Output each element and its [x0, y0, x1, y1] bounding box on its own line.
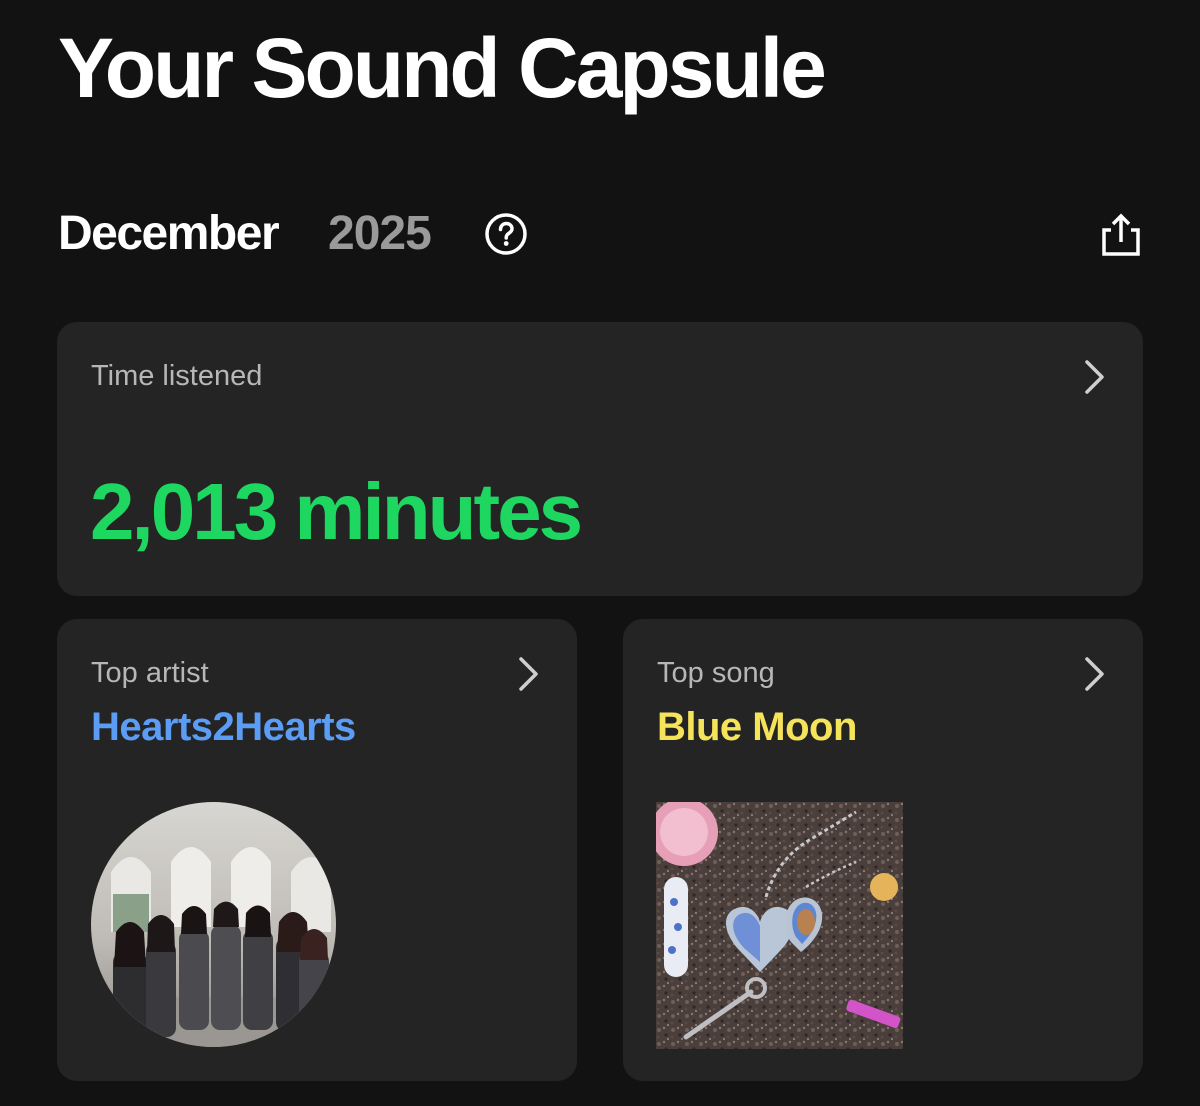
period-month: December [58, 207, 280, 260]
period-header: December 2025 [58, 200, 1143, 268]
time-listened-value: 2,013 minutes [90, 467, 583, 556]
artist-photo [91, 802, 336, 1047]
album-cover [656, 802, 903, 1049]
top-song-name: Blue Moon [657, 705, 857, 749]
time-listened-card[interactable]: Time listened 2,013 minutes [57, 322, 1143, 596]
time-listened-label: Time listened [91, 360, 263, 392]
page-title: Your Sound Capsule [58, 21, 827, 115]
question-circle-icon[interactable] [484, 212, 528, 256]
top-artist-name: Hearts2Hearts [91, 705, 356, 749]
period-year: 2025 [328, 207, 432, 260]
share-icon[interactable] [1096, 210, 1146, 260]
top-artist-label: Top artist [91, 657, 209, 689]
top-song-label: Top song [657, 657, 775, 689]
chevron-right-icon [519, 657, 538, 691]
chevron-right-icon [1085, 657, 1104, 691]
top-artist-card[interactable]: Top artist Hearts2Hearts [57, 619, 577, 1081]
chevron-right-icon [1085, 360, 1104, 394]
top-song-card[interactable]: Top song Blue Moon [623, 619, 1143, 1081]
